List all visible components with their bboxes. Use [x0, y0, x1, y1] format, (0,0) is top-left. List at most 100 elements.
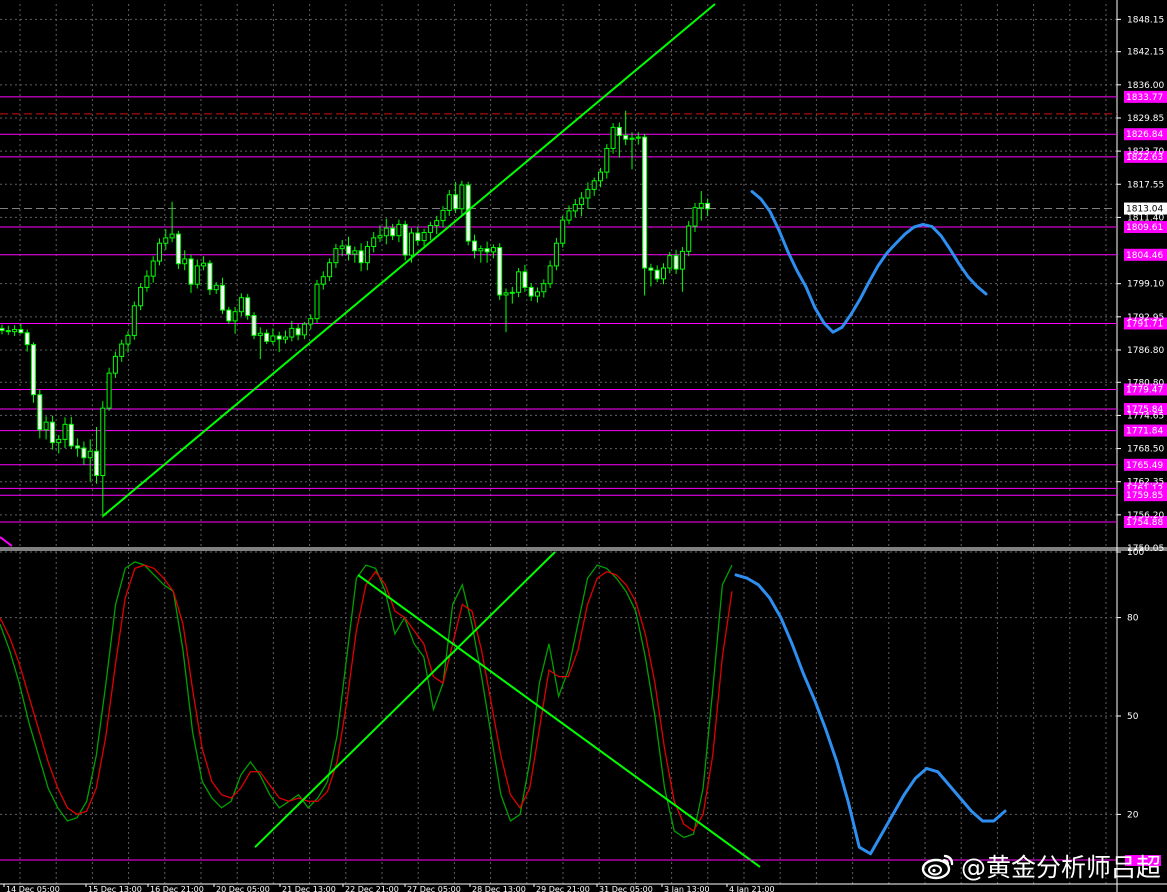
- candle-body: [427, 224, 433, 233]
- candle-body: [238, 297, 244, 313]
- oscillator-series-line: [0, 564, 733, 832]
- candle-body: [547, 265, 553, 285]
- candle-body: [226, 309, 232, 322]
- oscillator-tick-label: 80: [1127, 614, 1139, 624]
- candle-body: [705, 202, 711, 210]
- candle-body: [371, 237, 377, 247]
- candle-body: [415, 232, 421, 242]
- candle-body: [320, 276, 326, 285]
- candle-body: [692, 207, 698, 227]
- watermark: @黄金分析师吕超: [921, 848, 1161, 884]
- candle-body: [358, 250, 364, 264]
- candle-body: [522, 271, 528, 288]
- candle-body: [497, 247, 503, 296]
- candle-body: [220, 284, 225, 311]
- candle-body: [62, 423, 68, 440]
- candle-body: [591, 180, 597, 190]
- candle-body: [396, 223, 402, 237]
- candle-body: [100, 407, 106, 477]
- chart-canvas: 1833.771826.841822.631809.611804.461791.…: [0, 0, 1167, 892]
- candle-body: [661, 267, 666, 280]
- oscillator-axis: 100 80 50 20: [1117, 548, 1144, 820]
- candle-body: [194, 265, 200, 285]
- candle-body: [686, 225, 692, 252]
- candle-body: [377, 235, 383, 239]
- time-tick-label: 3 Jan 13:00: [664, 885, 710, 892]
- time-tick-label: 15 Dec 13:00: [88, 885, 142, 892]
- candle-body: [572, 203, 578, 212]
- candle-body: [642, 136, 648, 269]
- level-label: 1771.84: [1126, 427, 1163, 437]
- candle-body: [516, 271, 522, 293]
- weibo-logo-icon: [921, 854, 954, 880]
- candle-body: [37, 394, 43, 431]
- time-tick-label: 22 Dec 21:00: [345, 885, 399, 892]
- price-tick-label: 1836.00: [1127, 81, 1164, 91]
- candle-body: [585, 188, 591, 199]
- candle-body: [698, 202, 704, 209]
- candle-body: [144, 275, 150, 288]
- price-tick-label: 1768.50: [1127, 445, 1164, 455]
- level-label: 1833.77: [1126, 93, 1163, 103]
- candle-body: [434, 220, 440, 226]
- candle-body: [566, 210, 572, 221]
- oscillator-trendline: [254, 551, 556, 848]
- price-tick-label: 1829.85: [1127, 114, 1164, 124]
- candle-body: [459, 184, 465, 210]
- candle-body: [560, 219, 566, 244]
- time-tick-label: 27 Dec 05:00: [407, 885, 461, 892]
- candle-body: [579, 197, 585, 205]
- price-tick-label: 1811.40: [1127, 213, 1164, 223]
- level-label: 1809.61: [1126, 223, 1163, 233]
- candle-body: [24, 332, 30, 346]
- candle-body: [409, 232, 414, 256]
- price-trendline: [102, 3, 716, 517]
- time-axis: 14 Dec 05:00 15 Dec 13:00 16 Dec 21:00 20 D…: [3, 884, 775, 892]
- candle-body: [465, 184, 471, 242]
- price-tick-label: 1786.80: [1127, 346, 1164, 356]
- candle-body: [383, 227, 389, 237]
- candle-body: [150, 260, 156, 277]
- candle-body: [327, 262, 333, 278]
- candle-body: [440, 209, 446, 222]
- candle-body: [43, 421, 49, 431]
- candle-body: [541, 283, 547, 293]
- price-tick-label: 1792.95: [1127, 313, 1164, 323]
- candle-body: [56, 438, 62, 444]
- level-label: 1804.46: [1126, 251, 1163, 261]
- time-tick-label: 16 Dec 21:00: [150, 885, 204, 892]
- oscillator-tick-label: 100: [1127, 548, 1144, 558]
- candle-body: [295, 327, 301, 336]
- price-levels: 1833.771826.841822.631809.611804.461791.…: [0, 90, 1167, 528]
- oscillator-panel: [0, 551, 1161, 868]
- candle-body: [453, 194, 459, 210]
- time-tick-label: 21 Dec 13:00: [282, 885, 336, 892]
- candle-body: [421, 231, 427, 242]
- candle-body: [289, 327, 295, 338]
- candle-body: [314, 283, 320, 320]
- candle-body: [648, 267, 654, 271]
- price-tick-label: 1780.80: [1127, 378, 1164, 388]
- candle-body: [402, 223, 408, 256]
- candle-body: [12, 328, 18, 333]
- price-trendline-stub: [0, 536, 13, 547]
- price-tick-label: 1817.55: [1127, 180, 1164, 190]
- candle-body: [276, 335, 282, 340]
- candle-body: [484, 248, 490, 253]
- candle-body: [207, 262, 213, 291]
- candle-body: [673, 255, 679, 270]
- candle-body: [18, 328, 24, 334]
- candle-body: [623, 134, 629, 140]
- level-label: 1765.49: [1126, 461, 1163, 471]
- candle-body: [390, 227, 396, 237]
- candle-body: [232, 311, 238, 322]
- candle-body: [175, 233, 181, 265]
- candle-body: [535, 291, 540, 297]
- oscillator-tick-label: 50: [1127, 712, 1139, 722]
- price-tick-label: 1842.15: [1127, 48, 1164, 58]
- candle-body: [352, 250, 358, 255]
- candle-body: [604, 147, 610, 173]
- candle-body: [446, 194, 452, 211]
- candle-body: [68, 423, 74, 447]
- candle-body: [654, 269, 660, 280]
